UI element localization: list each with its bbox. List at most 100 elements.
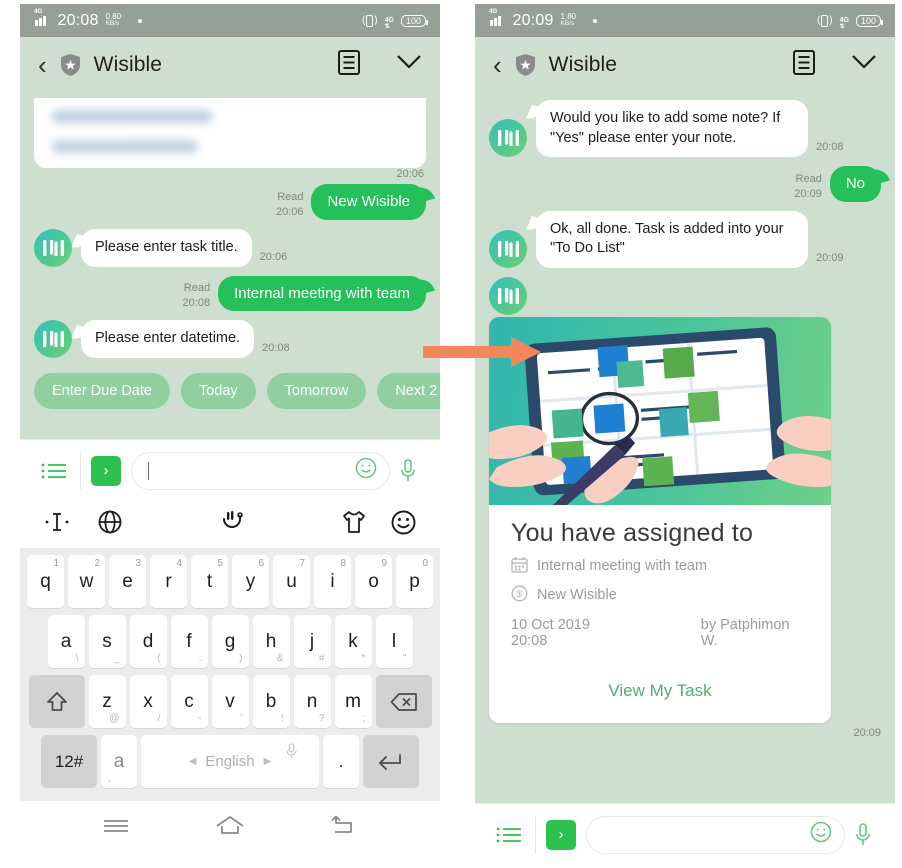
right-triangle-icon: ▶: [263, 756, 272, 767]
key-k[interactable]: k *: [334, 615, 372, 668]
task-datetime: 10 Oct 2019 20:08: [511, 616, 590, 649]
incoming-bubble[interactable]: Please enter task title.: [81, 228, 252, 267]
key-t[interactable]: 5t: [191, 555, 228, 608]
mobile-data-icon: 4G ⇅: [384, 17, 394, 30]
outgoing-bubble[interactable]: Internal meeting with team: [218, 275, 426, 311]
back-chevron-icon[interactable]: ‹: [493, 52, 502, 78]
key-s[interactable]: s _: [88, 615, 126, 668]
key-l[interactable]: l ": [375, 615, 413, 668]
emoji-icon[interactable]: [391, 510, 416, 540]
space-key[interactable]: ◀ English ▶: [141, 735, 319, 788]
divider: [535, 815, 536, 854]
key-y[interactable]: 6y: [232, 555, 269, 608]
quick-reply-today[interactable]: Today: [180, 373, 256, 409]
text-caret: [148, 461, 149, 480]
key-u[interactable]: 7u: [273, 555, 310, 608]
message-input-bar: ›: [475, 803, 895, 864]
vibrate-icon: (): [816, 14, 833, 27]
keyboard-row-3: z @ x / c- v ' b! n? m;: [23, 675, 437, 728]
list-menu-icon[interactable]: [34, 462, 74, 480]
note-list-icon[interactable]: [338, 49, 360, 80]
key-r[interactable]: 4r: [150, 555, 187, 608]
language-key[interactable]: a ,: [101, 735, 137, 788]
quick-reply-tomorrow[interactable]: Tomorrow: [266, 373, 367, 409]
chevron-down-icon[interactable]: [396, 54, 422, 75]
text-cursor-icon[interactable]: [44, 511, 70, 538]
key-x[interactable]: x /: [129, 675, 167, 728]
enter-return-icon[interactable]: [363, 735, 419, 788]
quick-reply-next-2-days[interactable]: Next 2 da: [377, 373, 440, 409]
key-h[interactable]: h &: [252, 615, 290, 668]
key-p[interactable]: 0p: [396, 555, 433, 608]
message-timestamp: 20:08: [262, 342, 290, 355]
home-icon[interactable]: [215, 815, 245, 840]
message-timestamp: 20:06: [259, 250, 288, 263]
microphone-icon[interactable]: [845, 822, 881, 847]
quick-reply-enter-due-date[interactable]: Enter Due Date: [34, 373, 170, 409]
key-a[interactable]: a \: [47, 615, 85, 668]
hand-gesture-icon[interactable]: [220, 510, 244, 539]
keyboard-toolbar: [20, 501, 440, 548]
key-i[interactable]: 8i: [314, 555, 351, 608]
send-arrow-icon[interactable]: ›: [546, 819, 576, 850]
microphone-icon[interactable]: [286, 743, 297, 763]
symbols-key[interactable]: 12#: [41, 735, 97, 788]
orange-flow-arrow: [423, 337, 541, 367]
period-key[interactable]: .: [323, 735, 359, 788]
message-timestamp: 20:08: [816, 141, 844, 154]
shift-arrow-icon[interactable]: [28, 675, 85, 728]
message-input-bar: ›: [20, 439, 440, 501]
key-j[interactable]: j #: [293, 615, 331, 668]
outgoing-bubble[interactable]: New Wisible: [311, 184, 426, 220]
task-card-footer: 10 Oct 2019 20:08 by Patphimon W.: [511, 617, 809, 649]
avatar: [489, 276, 527, 315]
status-bar: 4G 20:09 1.80 KB/s () 4G ⇅ 100: [475, 4, 895, 37]
key-m[interactable]: m;: [334, 675, 372, 728]
key-o[interactable]: 9o: [355, 555, 392, 608]
send-arrow-icon[interactable]: ›: [91, 455, 121, 486]
key-g[interactable]: g): [211, 615, 249, 668]
view-my-task-button[interactable]: View My Task: [489, 657, 831, 723]
incoming-bubble[interactable]: Would you like to add some note? If "Yes…: [536, 100, 808, 158]
chat-header: ‹ Wisible: [20, 37, 440, 92]
key-n[interactable]: n?: [293, 675, 331, 728]
dollar-circle-icon: $: [511, 585, 528, 606]
battery-icon: 100: [400, 14, 429, 27]
smiley-icon[interactable]: [810, 821, 832, 848]
outgoing-bubble[interactable]: No: [829, 166, 881, 202]
message-input-field[interactable]: [131, 451, 390, 490]
key-z[interactable]: z @: [88, 675, 126, 728]
back-return-icon[interactable]: [331, 815, 357, 840]
back-chevron-icon[interactable]: ‹: [38, 52, 47, 78]
key-q[interactable]: 1q: [27, 555, 64, 608]
key-e[interactable]: 3e: [109, 555, 146, 608]
chat-thread[interactable]: 20:06 Read 20:06 New Wisible Please ente…: [20, 92, 440, 439]
left-triangle-icon: ◀: [188, 756, 197, 767]
task-card-body: You have assigned to Internal meeting wi…: [489, 505, 831, 657]
key-d[interactable]: d(: [129, 615, 167, 668]
key-f[interactable]: f:: [170, 615, 208, 668]
globe-icon[interactable]: [98, 510, 122, 539]
key-c[interactable]: c-: [170, 675, 208, 728]
recents-menu-icon[interactable]: [103, 817, 129, 838]
chat-thread[interactable]: Would you like to add some note? If "Yes…: [475, 92, 895, 803]
chevron-down-icon[interactable]: [851, 54, 877, 75]
key-b[interactable]: b!: [252, 675, 290, 728]
note-list-icon[interactable]: [793, 49, 815, 80]
incoming-bubble[interactable]: Ok, all done. Task is added into your "T…: [536, 210, 808, 268]
list-menu-icon[interactable]: [489, 826, 529, 844]
avatar: [489, 229, 527, 268]
message-row-incoming: Would you like to add some note? If "Yes…: [475, 92, 895, 158]
network-speed: 0.80 KB/s: [105, 12, 122, 28]
message-input-field[interactable]: [586, 815, 845, 854]
smiley-icon[interactable]: [355, 457, 377, 484]
task-card[interactable]: You have assigned to Internal meeting wi…: [489, 316, 831, 723]
key-v[interactable]: v ': [211, 675, 249, 728]
backspace-icon[interactable]: [375, 675, 432, 728]
incoming-bubble[interactable]: Please enter datetime.: [81, 320, 255, 358]
svg-text:$: $: [517, 589, 522, 599]
key-w[interactable]: 2w: [68, 555, 105, 608]
microphone-icon[interactable]: [390, 458, 426, 483]
virtual-keyboard[interactable]: 1q 2w 3e 4r 5t 6y 7u 8i 9o 0p a \ s _ d( f…: [20, 548, 440, 801]
tshirt-theme-icon[interactable]: [341, 510, 367, 539]
